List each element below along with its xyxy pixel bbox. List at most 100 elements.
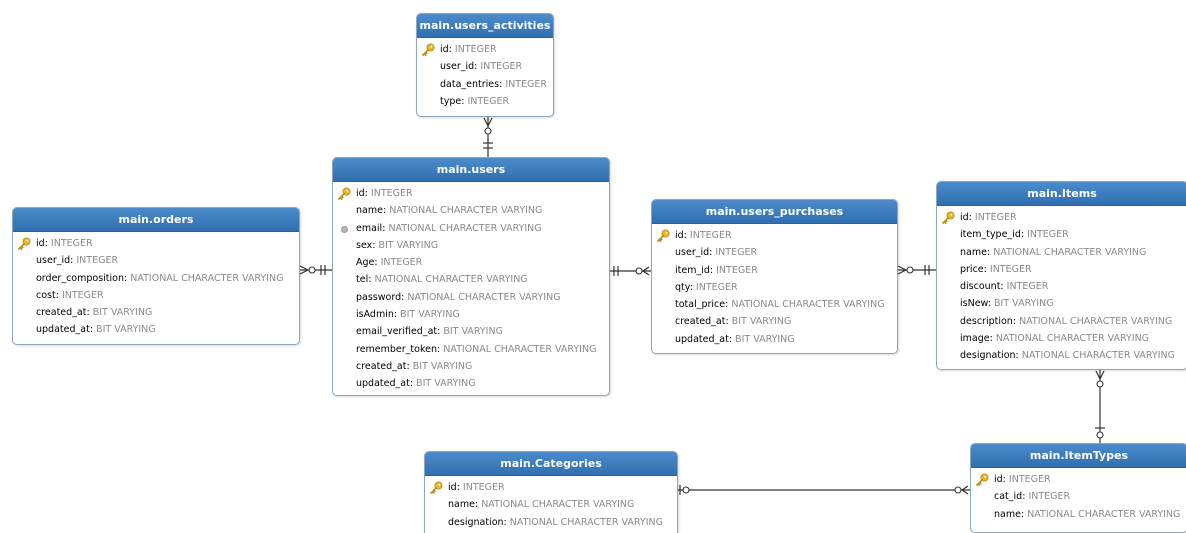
field-row[interactable]: name: NATIONAL CHARACTER VARYING [333, 202, 609, 219]
field-name: user_id [440, 61, 475, 73]
field-name: description [960, 315, 1013, 327]
field-row[interactable]: email_verified_at: BIT VARYING [333, 323, 609, 340]
field-type: BIT VARYING [378, 239, 439, 251]
field-name: data_entries [440, 78, 500, 90]
field-name: designation [960, 350, 1016, 362]
field-name: updated_at [675, 333, 729, 345]
entity-users-purchases[interactable]: main.users_purchases id: INTEGER user_id: … [651, 199, 898, 354]
field-row[interactable]: qty: INTEGER [652, 279, 897, 296]
field-row[interactable]: updated_at: BIT VARYING [13, 321, 299, 338]
field-row[interactable]: cost: INTEGER [13, 287, 299, 304]
field-type: NATIONAL CHARACTER VARYING [388, 222, 542, 234]
field-row[interactable]: id: INTEGER [971, 471, 1186, 488]
field-row[interactable]: name: NATIONAL CHARACTER VARYING [425, 496, 677, 513]
field-type: INTEGER [467, 95, 510, 107]
field-row[interactable]: tel: NATIONAL CHARACTER VARYING [333, 271, 609, 288]
entity-categories[interactable]: main.Categories id: INTEGER name: NATIONAL… [424, 451, 678, 533]
field-row[interactable]: cat_id: INTEGER [971, 488, 1186, 505]
field-type: INTEGER [50, 238, 93, 249]
field-type: INTEGER [370, 188, 413, 199]
field-type: INTEGER [716, 264, 758, 276]
entity-title: main.users_purchases [652, 200, 897, 224]
field-type: NATIONAL CHARACTER VARYING [407, 291, 561, 303]
field-row[interactable]: id: INTEGER [333, 185, 609, 202]
field-name: user_id [675, 247, 710, 259]
field-row[interactable]: remember_token: NATIONAL CHARACTER VARYI… [333, 341, 609, 358]
field-name: id [356, 188, 365, 199]
field-type: NATIONAL CHARACTER VARYING [443, 343, 597, 355]
field-row[interactable]: discount: INTEGER [937, 278, 1186, 295]
field-type: NATIONAL CHARACTER VARYING [130, 272, 284, 284]
field-type: INTEGER [1006, 281, 1049, 293]
field-name: updated_at [356, 378, 410, 390]
field-row[interactable]: designation: NATIONAL CHARACTER VARYING [937, 347, 1186, 364]
field-row[interactable]: id: INTEGER [417, 41, 553, 58]
entity-itemtypes[interactable]: main.ItemTypes id: INTEGER cat_id: INTEGER… [970, 443, 1186, 533]
field-row[interactable]: order_composition: NATIONAL CHARACTER VA… [13, 270, 299, 287]
field-type: INTEGER [462, 482, 505, 493]
field-row[interactable]: item_id: INTEGER [652, 262, 897, 279]
entity-users[interactable]: main.users id: INTEGER name: NATIONAL CHAR… [332, 157, 610, 396]
field-row[interactable]: user_id: INTEGER [652, 244, 897, 261]
field-row[interactable]: updated_at: BIT VARYING [333, 375, 609, 392]
field-type: INTEGER [61, 289, 104, 301]
field-type: BIT VARYING [400, 309, 460, 321]
field-row[interactable]: Age: INTEGER [333, 254, 609, 271]
entity-orders[interactable]: main.orders id: INTEGER user_id: INTEGER or… [12, 207, 300, 345]
zero-marker [308, 266, 316, 274]
field-row[interactable]: price: INTEGER [937, 261, 1186, 278]
field-row[interactable]: isNew: BIT VARYING [937, 295, 1186, 312]
field-row[interactable]: user_id: INTEGER [417, 58, 553, 75]
field-name: id [960, 212, 969, 223]
entity-users-activities[interactable]: main.users_activities id: INTEGER user_id:… [416, 13, 554, 117]
field-type: INTEGER [1008, 474, 1051, 485]
field-type: INTEGER [689, 230, 732, 241]
field-name: id [994, 474, 1003, 485]
field-row[interactable]: id: INTEGER [425, 479, 677, 496]
field-name: remember_token [356, 343, 437, 355]
field-type: NATIONAL CHARACTER VARYING [509, 516, 663, 528]
field-row[interactable]: description: NATIONAL CHARACTER VARYING [937, 313, 1186, 330]
field-row[interactable]: type: INTEGER [417, 93, 553, 110]
field-name: email [356, 222, 383, 234]
field-row[interactable]: created_at: BIT VARYING [13, 304, 299, 321]
field-type: BIT VARYING [92, 307, 153, 319]
field-row[interactable]: total_price: NATIONAL CHARACTER VARYING [652, 296, 897, 313]
field-name: name [356, 205, 383, 217]
entity-title: main.orders [13, 208, 299, 232]
field-row[interactable]: password: NATIONAL CHARACTER VARYING [333, 289, 609, 306]
field-row[interactable]: updated_at: BIT VARYING [652, 331, 897, 348]
zero-marker [954, 486, 962, 494]
field-row[interactable]: sex: BIT VARYING [333, 237, 609, 254]
field-name: designation [448, 516, 504, 528]
field-row[interactable]: designation: NATIONAL CHARACTER VARYING [425, 514, 677, 531]
field-row[interactable]: created_at: BIT VARYING [652, 313, 897, 330]
field-type: NATIONAL CHARACTER VARYING [1027, 508, 1181, 520]
field-name: name [960, 246, 987, 258]
field-row[interactable]: isAdmin: BIT VARYING [333, 306, 609, 323]
field-row[interactable]: name: NATIONAL CHARACTER VARYING [937, 244, 1186, 261]
field-name: order_composition [36, 272, 125, 284]
field-name: cat_id [994, 491, 1023, 503]
field-name: password [356, 291, 402, 303]
field-row[interactable]: name: NATIONAL CHARACTER VARYING [971, 506, 1186, 523]
field-name: price [960, 263, 984, 275]
field-row[interactable]: id: INTEGER [652, 227, 897, 244]
field-name: item_type_id [960, 229, 1021, 241]
field-list: id: INTEGER name: NATIONAL CHARACTER VARY… [425, 476, 677, 531]
field-row[interactable]: user_id: INTEGER [13, 252, 299, 269]
field-type: INTEGER [76, 255, 119, 267]
zero-marker [484, 127, 492, 135]
field-row[interactable]: id: INTEGER [13, 235, 299, 252]
zero-marker [682, 486, 690, 494]
field-row[interactable]: email: NATIONAL CHARACTER VARYING [333, 220, 609, 237]
field-row[interactable]: data_entries: INTEGER [417, 76, 553, 93]
entity-items[interactable]: main.Items id: INTEGER item_type_id: INTEG… [936, 181, 1186, 370]
field-name: user_id [36, 255, 71, 267]
field-name: image [960, 333, 990, 345]
field-row[interactable]: created_at: BIT VARYING [333, 358, 609, 375]
field-row[interactable]: item_type_id: INTEGER [937, 226, 1186, 243]
field-name: updated_at [36, 324, 90, 336]
field-row[interactable]: image: NATIONAL CHARACTER VARYING [937, 330, 1186, 347]
field-row[interactable]: id: INTEGER [937, 209, 1186, 226]
